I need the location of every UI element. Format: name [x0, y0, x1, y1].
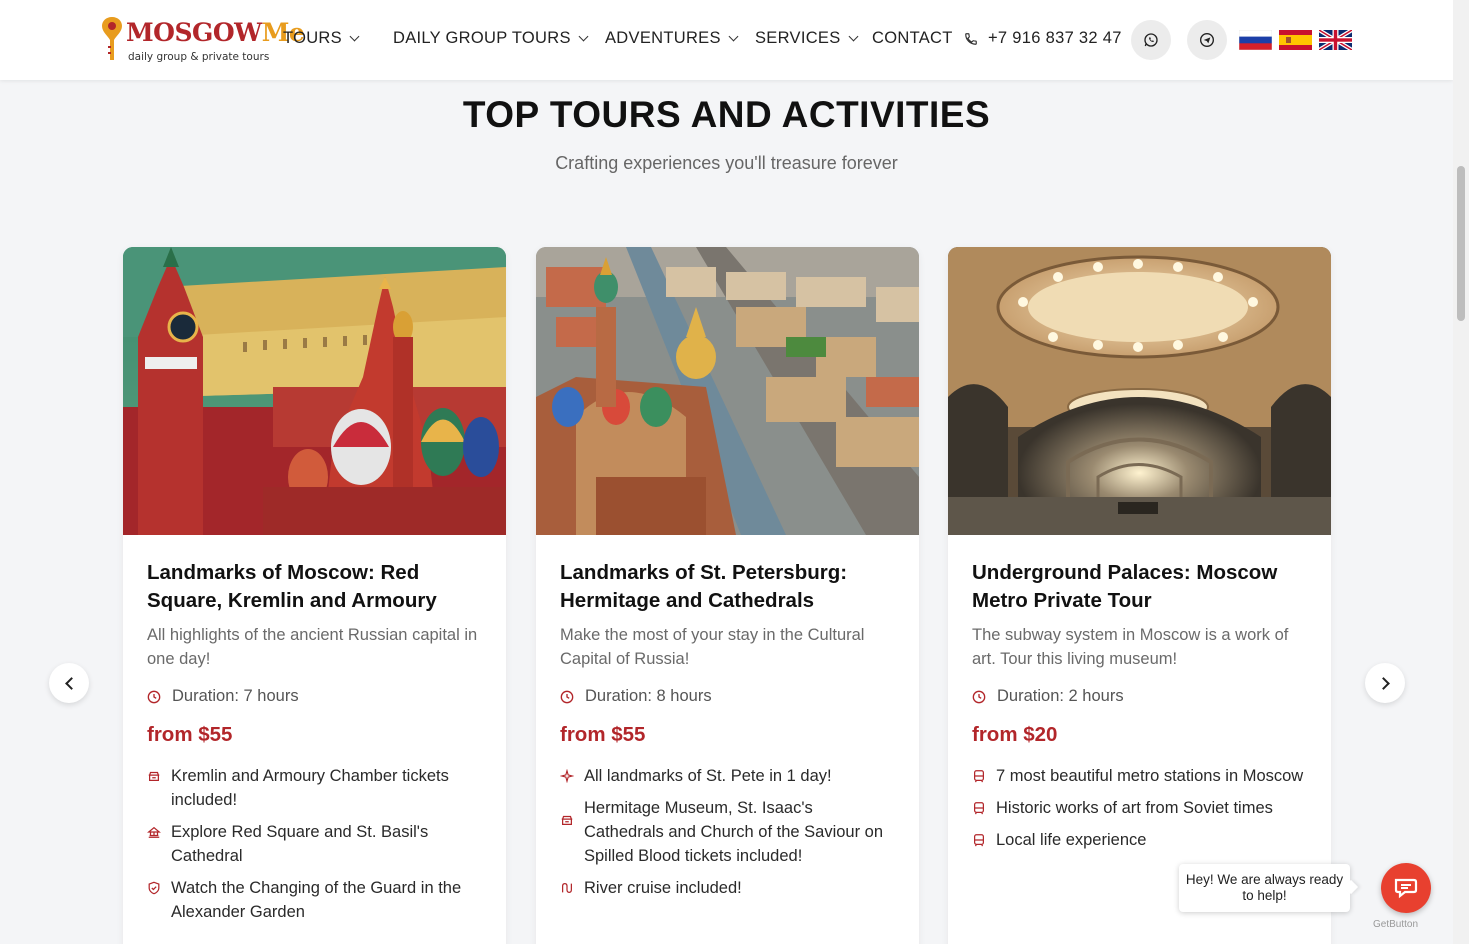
spanish-flag-icon: [1279, 30, 1312, 50]
tour-title[interactable]: Landmarks of Moscow: Red Square, Kremlin…: [147, 559, 482, 615]
clock-icon: [972, 690, 986, 703]
uk-flag-icon: [1319, 30, 1352, 50]
duration-text: Duration: 2 hours: [997, 687, 1124, 705]
carousel-prev-button[interactable]: [49, 663, 89, 703]
nav-services[interactable]: SERVICES: [755, 29, 858, 48]
duration-text: Duration: 7 hours: [172, 687, 299, 705]
chat-greeting-bubble[interactable]: Hey! We are always ready to help!: [1179, 864, 1350, 912]
logo-tagline: daily group & private tours: [128, 51, 270, 63]
chat-open-button[interactable]: [1381, 863, 1431, 913]
route-icon: [562, 883, 572, 893]
clock-icon: [147, 690, 161, 703]
feature-item: Kremlin and Armoury Chamber tickets incl…: [147, 764, 482, 812]
map-pin-icon: [102, 17, 122, 60]
chevron-down-icon: [728, 31, 739, 42]
nav-daily-group-tours[interactable]: DAILY GROUP TOURS: [393, 29, 589, 48]
tour-features: Kremlin and Armoury Chamber tickets incl…: [147, 764, 482, 924]
tour-description: All highlights of the ancient Russian ca…: [147, 626, 478, 668]
feature-item: Historic works of art from Soviet times: [972, 796, 1307, 820]
landmark-icon: [147, 826, 161, 838]
tour-card[interactable]: Underground Palaces: Moscow Metro Privat…: [948, 247, 1331, 944]
metro-icon: [974, 834, 984, 847]
feature-text: Watch the Changing of the Guard in the A…: [171, 879, 462, 921]
tour-duration: Duration: 8 hours: [560, 687, 895, 706]
ticket-icon: [148, 771, 160, 781]
tour-price: from $55: [147, 723, 233, 746]
feature-item: Watch the Changing of the Guard in the A…: [147, 876, 482, 924]
tour-card[interactable]: Landmarks of St. Petersburg: Hermitage a…: [536, 247, 919, 944]
chevron-down-icon: [848, 31, 858, 42]
whatsapp-icon: [1144, 33, 1158, 47]
telegram-button[interactable]: [1187, 20, 1227, 60]
phone-icon: [965, 32, 977, 45]
nav-contact[interactable]: CONTACT: [872, 29, 953, 48]
feature-item: Local life experience: [972, 828, 1307, 852]
tour-duration: Duration: 2 hours: [972, 687, 1307, 706]
feature-item: 7 most beautiful metro stations in Mosco…: [972, 764, 1307, 788]
feature-text: Historic works of art from Soviet times: [996, 799, 1273, 817]
nav-adventures[interactable]: ADVENTURES: [605, 29, 739, 48]
duration-text: Duration: 8 hours: [585, 687, 712, 705]
telegram-icon: [1200, 33, 1214, 47]
nav-label: DAILY GROUP TOURS: [393, 29, 571, 47]
page-scrollbar[interactable]: [1453, 0, 1469, 944]
feature-text: 7 most beautiful metro stations in Mosco…: [996, 767, 1304, 785]
tour-description: Make the most of your stay in the Cultur…: [560, 626, 865, 668]
tour-features: 7 most beautiful metro stations in Mosco…: [972, 764, 1307, 852]
ticket-icon: [561, 815, 573, 825]
scrollbar-thumb[interactable]: [1457, 166, 1465, 321]
feature-text: River cruise included!: [584, 879, 742, 897]
tour-card[interactable]: Landmarks of Moscow: Red Square, Kremlin…: [123, 247, 506, 944]
feature-text: All landmarks of St. Pete in 1 day!: [584, 767, 832, 785]
chevron-down-icon: [349, 31, 360, 42]
feature-item: River cruise included!: [560, 876, 895, 900]
clock-icon: [560, 690, 574, 703]
logo[interactable]: MOSGOWMe daily group & private tours: [101, 14, 305, 66]
whatsapp-button[interactable]: [1131, 20, 1171, 60]
tour-image-moscow-kremlin: [123, 247, 506, 535]
feature-text: Hermitage Museum, St. Isaac's Cathedrals…: [584, 799, 884, 865]
tour-description: The subway system in Moscow is a work of…: [972, 626, 1289, 668]
nav-label: CONTACT: [872, 29, 953, 47]
nav-label: TOURS: [283, 29, 342, 47]
flag-spanish[interactable]: [1279, 30, 1312, 50]
sparkle-icon: [560, 769, 574, 783]
feature-item: Hermitage Museum, St. Isaac's Cathedrals…: [560, 796, 895, 868]
logo-wordmark: MOSGOWMe: [126, 18, 305, 47]
feature-text: Local life experience: [996, 831, 1147, 849]
shield-icon: [148, 881, 160, 895]
tour-features: All landmarks of St. Pete in 1 day! Herm…: [560, 764, 895, 900]
feature-text: Kremlin and Armoury Chamber tickets incl…: [171, 767, 449, 809]
nav-tours[interactable]: TOURS: [283, 29, 360, 48]
metro-icon: [974, 802, 984, 815]
phone-number: +7 916 837 32 47: [988, 29, 1122, 47]
section-title: TOP TOURS AND ACTIVITIES: [462, 94, 991, 135]
feature-text: Explore Red Square and St. Basil's Cathe…: [171, 823, 429, 865]
feature-item: Explore Red Square and St. Basil's Cathe…: [147, 820, 482, 868]
carousel-next-button[interactable]: [1365, 663, 1405, 703]
chevron-left-icon: [64, 676, 78, 690]
section-subtitle: Crafting experiences you'll treasure for…: [555, 153, 898, 173]
tour-price: from $55: [560, 723, 646, 746]
flag-russian[interactable]: [1239, 30, 1272, 50]
feature-item: All landmarks of St. Pete in 1 day!: [560, 764, 895, 788]
tour-duration: Duration: 7 hours: [147, 687, 482, 706]
tour-title[interactable]: Landmarks of St. Petersburg: Hermitage a…: [560, 559, 895, 615]
metro-icon: [974, 770, 984, 783]
nav-label: SERVICES: [755, 29, 841, 47]
tour-image-moscow-metro: [948, 247, 1331, 535]
flag-english[interactable]: [1319, 30, 1352, 50]
nav-label: ADVENTURES: [605, 29, 721, 47]
site-header: MOSGOWMe daily group & private tours TOU…: [0, 0, 1453, 80]
tour-image-st-petersburg: [536, 247, 919, 535]
chevron-down-icon: [578, 31, 589, 42]
tour-title[interactable]: Underground Palaces: Moscow Metro Privat…: [972, 559, 1307, 615]
getbutton-credit[interactable]: GetButton: [1373, 919, 1418, 930]
russian-flag-icon: [1239, 30, 1272, 50]
phone-link[interactable]: +7 916 837 32 47: [964, 29, 1122, 48]
tour-price: from $20: [972, 723, 1058, 746]
chevron-right-icon: [1376, 676, 1390, 690]
chat-icon: [1394, 878, 1418, 899]
